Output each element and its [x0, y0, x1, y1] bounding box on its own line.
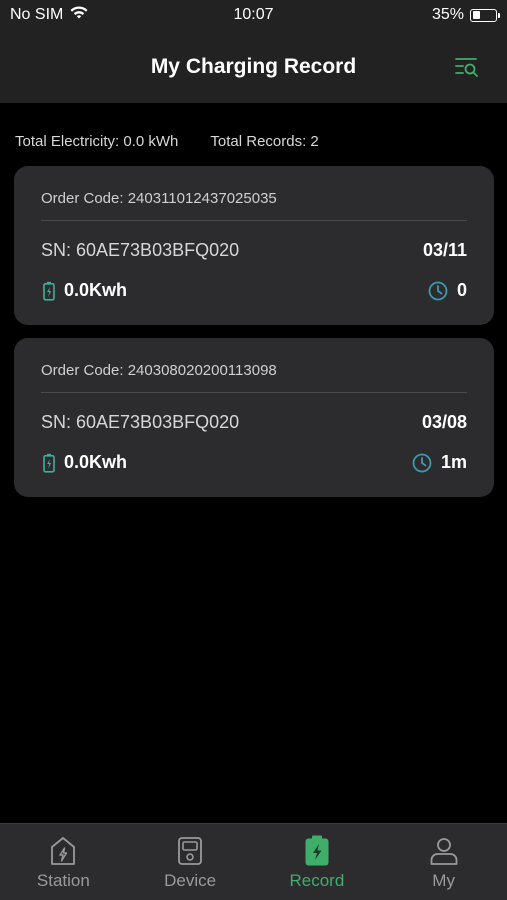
- tab-device[interactable]: Device: [127, 824, 254, 900]
- energy-value: 0.0Kwh: [64, 280, 128, 300]
- energy-info: 0.0Kwh: [43, 280, 127, 301]
- nav-bar: My Charging Record: [0, 30, 507, 103]
- wifi-icon: [69, 5, 89, 25]
- serial-number: SN: 60AE73B03BFQ020: [41, 412, 240, 432]
- record-date: 03/11: [422, 240, 467, 260]
- status-left: No SIM: [10, 5, 89, 25]
- tab-label: Device: [164, 871, 217, 890]
- order-code: Order Code: 240308020200113098: [41, 362, 277, 379]
- battery-icon: [470, 8, 500, 22]
- duration-value: 0: [456, 280, 467, 300]
- clock-icon: [412, 453, 432, 472]
- tab-label: Station: [36, 871, 90, 890]
- record-date: 03/08: [421, 412, 467, 432]
- record-icon: [304, 835, 330, 867]
- tab-bar: Station Device Record My: [0, 823, 507, 900]
- user-icon: [429, 835, 459, 867]
- duration-value: 1m: [440, 452, 467, 472]
- serial-number: SN: 60AE73B03BFQ020: [41, 240, 240, 260]
- filter-search-button[interactable]: [453, 54, 481, 80]
- total-electricity: Total Electricity: 0.0 kWh: [15, 133, 179, 150]
- energy-value: 0.0Kwh: [64, 452, 128, 472]
- divider: [41, 392, 467, 393]
- battery-charge-icon: [43, 281, 55, 301]
- battery-charge-icon: [43, 453, 55, 473]
- summary: Total Electricity: 0.0 kWh Total Records…: [15, 133, 319, 153]
- divider: [41, 220, 467, 221]
- tab-label: My: [432, 871, 455, 890]
- device-icon: [177, 835, 203, 867]
- record-card[interactable]: Order Code: 240308020200113098 SN: 60AE7…: [14, 338, 494, 497]
- tab-my[interactable]: My: [380, 824, 507, 900]
- carrier-label: No SIM: [10, 6, 64, 23]
- tab-label: Record: [289, 871, 345, 890]
- status-bar: No SIM 10:07 35%: [0, 0, 507, 30]
- battery-percent: 35%: [431, 6, 464, 23]
- status-right: 35%: [431, 6, 500, 24]
- duration-info: 1m: [412, 452, 467, 473]
- duration-info: 0: [428, 280, 467, 301]
- record-card[interactable]: Order Code: 240311012437025035 SN: 60AE7…: [14, 166, 494, 325]
- energy-info: 0.0Kwh: [43, 452, 127, 473]
- page-title: My Charging Record: [150, 54, 357, 78]
- station-icon: [50, 835, 76, 867]
- battery-fill: [472, 11, 481, 19]
- tab-record[interactable]: Record: [254, 824, 381, 900]
- total-records: Total Records: 2: [210, 133, 319, 150]
- clock-icon: [428, 281, 448, 300]
- tab-station[interactable]: Station: [0, 824, 127, 900]
- filter-search-icon: [455, 58, 478, 77]
- order-code: Order Code: 240311012437025035: [41, 190, 277, 207]
